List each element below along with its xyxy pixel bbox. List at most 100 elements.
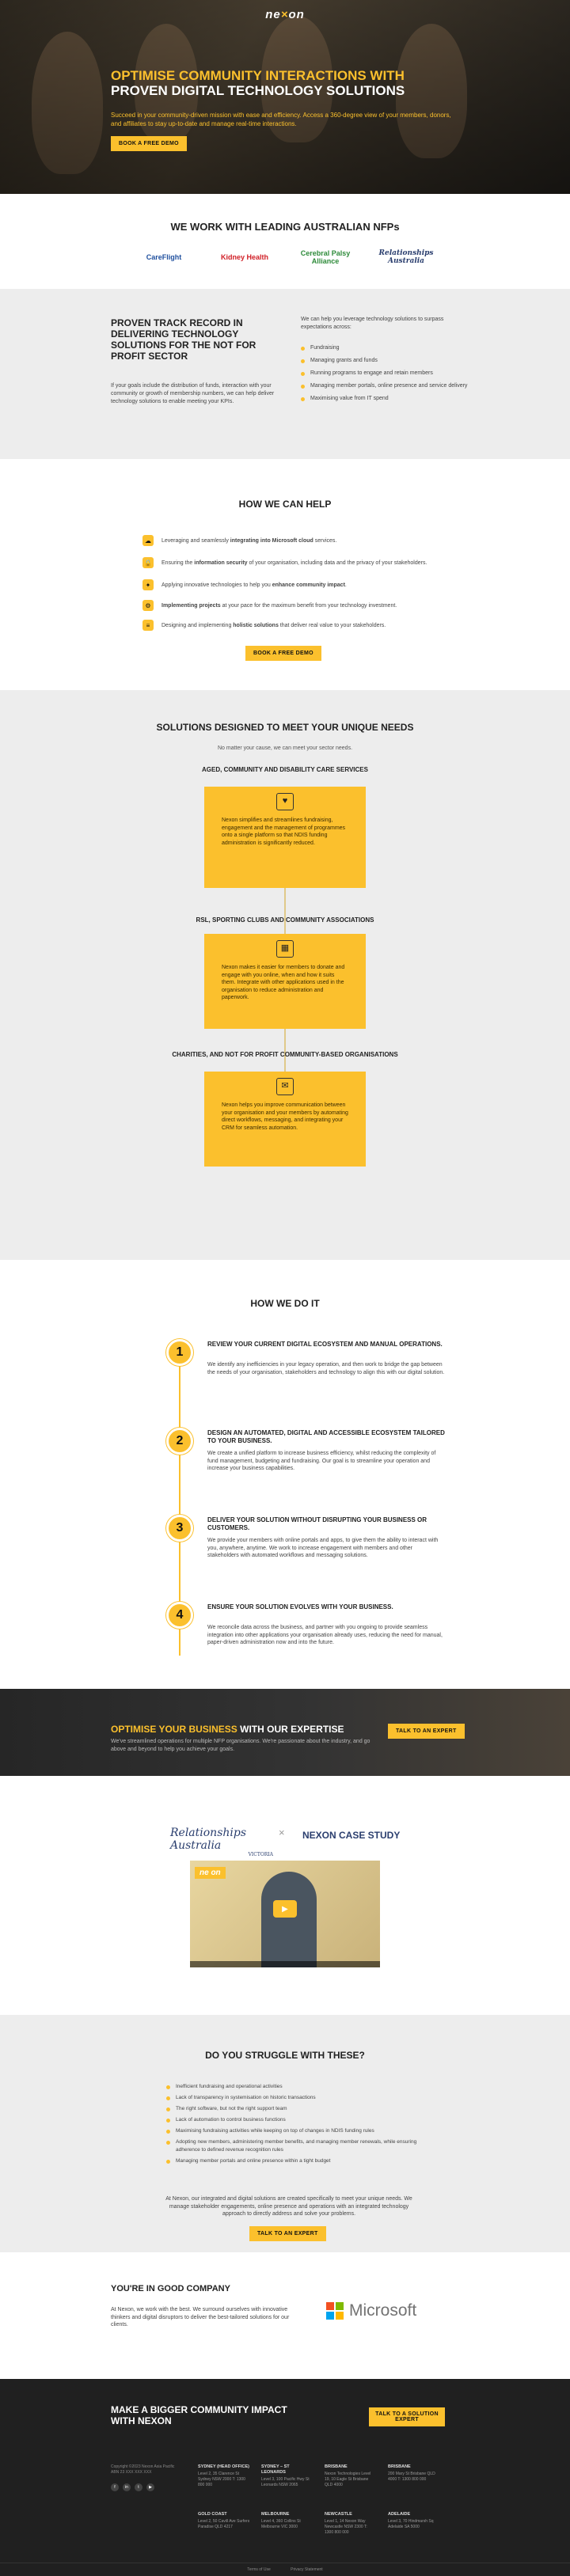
step-number: 3 <box>166 1515 193 1542</box>
office-address: SYDNEY (HEAD OFFICE) Level 2, 35 Clarence… <box>198 2464 249 2487</box>
list-item: Maximising value from IT spend <box>301 395 475 403</box>
microsoft-squares-icon <box>326 2302 344 2320</box>
privacy-link[interactable]: Privacy Statement <box>291 2567 323 2572</box>
solution-category-title: RSL, SPORTING CLUBS AND COMMUNITY ASSOCI… <box>196 916 374 924</box>
track-left-text: If your goals include the distribution o… <box>111 383 275 404</box>
track-record-section: PROVEN TRACK RECORD IN DELIVERING TECHNO… <box>0 289 570 459</box>
cross-divider: × <box>279 1827 285 1838</box>
cloud-icon: ☁ <box>142 535 154 546</box>
book-demo-button[interactable]: BOOK A FREE DEMO <box>245 646 321 661</box>
partner-logos: CareFlight Kidney Health Cerebral Palsy … <box>0 247 570 267</box>
solution-card: ♥ Nexon simplifies and streamlines fundra… <box>204 787 366 888</box>
relationships-australia-logo: Relationships Australia <box>378 249 434 265</box>
step-item: 2 DESIGN AN AUTOMATED, DIGITAL AND ACCESS… <box>166 1428 451 1499</box>
step-title: DELIVER YOUR SOLUTION WITHOUT DISRUPTING… <box>207 1516 428 1531</box>
step-title: ENSURE YOUR SOLUTION EVOLVES WITH YOUR B… <box>207 1603 393 1610</box>
office-address: BRISBANE 200 Mary St Brisbane QLD 4000 T:… <box>388 2464 435 2482</box>
case-study-title: NEXON CASE STUDY <box>302 1830 401 1841</box>
hero-title-highlight: OPTIMISE COMMUNITY INTERACTIONS WITH <box>111 68 405 83</box>
step-title: DESIGN AN AUTOMATED, DIGITAL AND ACCESSI… <box>207 1429 445 1444</box>
case-study-section: Relationships Australia VICTORIA × NEXON … <box>0 1776 570 2015</box>
video-presenter-image <box>261 1872 317 1967</box>
solutions-section: SOLUTIONS DESIGNED TO MEET YOUR UNIQUE N… <box>0 690 570 1260</box>
step-text: We create a unified platform to increase… <box>207 1451 436 1471</box>
help-row: ☁ Leveraging and seamlessly integrating i… <box>142 535 451 546</box>
case-study-video[interactable]: ne on ▶ <box>190 1861 380 1967</box>
how-we-do-it-section: HOW WE DO IT 1 REVIEW YOUR CURRENT DIGITA… <box>0 1260 570 1689</box>
twitter-icon[interactable]: t <box>135 2483 142 2491</box>
step-text: We reconcile data across the business, a… <box>207 1625 443 1645</box>
partners-title: WE WORK WITH LEADING AUSTRALIAN NFPs <box>170 221 400 233</box>
book-demo-button[interactable]: BOOK A FREE DEMO <box>111 136 187 151</box>
step-text: We identify any inefficiencies in your l… <box>207 1362 445 1375</box>
talk-to-expert-button[interactable]: TALK TO AN EXPERT <box>249 2226 326 2241</box>
list-item: Adopting new members, administering memb… <box>166 2138 435 2154</box>
logo-text: ne <box>265 8 281 21</box>
solution-card-text: Nexon helps you improve communication be… <box>222 1102 348 1131</box>
help-row-text: Designing and implementing holistic solu… <box>162 622 386 628</box>
struggle-section: DO YOU STRUGGLE WITH THESE? Inefficient … <box>0 2015 570 2252</box>
video-logo: ne on <box>195 1867 226 1879</box>
track-right-intro: We can help you leverage technology solu… <box>301 317 444 330</box>
layers-icon: ≡ <box>142 620 154 631</box>
kidney-health-logo: Kidney Health <box>220 253 268 261</box>
help-row-text: Implementing projects at your pace for t… <box>162 602 397 609</box>
calendar-icon: ▦ <box>276 940 294 958</box>
logo-x-mark: × <box>280 8 289 21</box>
lightbulb-icon: ✦ <box>142 579 154 590</box>
list-item: Lack of automation to control business f… <box>166 2116 435 2124</box>
help-row-text: Ensuring the information security of you… <box>162 560 428 566</box>
list-item: Maximising fundraising activities while … <box>166 2127 435 2135</box>
care-hands-icon: ♥ <box>276 793 294 810</box>
help-row: ≡ Designing and implementing holistic sol… <box>142 620 451 631</box>
solutions-subtitle: No matter your cause, we can meet your s… <box>217 745 353 751</box>
youtube-icon[interactable]: ▶ <box>146 2483 154 2491</box>
facebook-icon[interactable]: f <box>111 2483 119 2491</box>
talk-to-solution-expert-button[interactable]: TALK TO A SOLUTION EXPERT <box>369 2407 445 2426</box>
donation-box-icon: ✉ <box>276 1078 294 1095</box>
linkedin-icon[interactable]: in <box>123 2483 131 2491</box>
video-controls-bar[interactable] <box>190 1961 380 1967</box>
terms-link[interactable]: Terms of Use <box>247 2567 270 2572</box>
play-icon[interactable]: ▶ <box>273 1900 297 1918</box>
track-list: Fundraising Managing grants and funds Ru… <box>301 344 475 408</box>
step-number: 4 <box>166 1602 193 1629</box>
list-item: Inefficient fundraising and operational … <box>166 2083 435 2091</box>
company-text: At Nexon, we work with the best. We surr… <box>111 2307 290 2328</box>
office-address: SYDNEY – ST LEONARDS Level 3, 100 Pacific… <box>261 2464 310 2487</box>
optimise-banner: OPTIMISE YOUR BUSINESS WITH OUR EXPERTIS… <box>0 1689 570 1776</box>
microsoft-logo: Microsoft <box>326 2301 416 2320</box>
how-we-help-section: HOW WE CAN HELP ☁ Leveraging and seamless… <box>0 459 570 690</box>
step-title: REVIEW YOUR CURRENT DIGITAL ECOSYSTEM AN… <box>207 1341 443 1348</box>
careflight-logo: CareFlight <box>146 253 182 261</box>
list-item: Managing member portals, online presence… <box>301 382 475 390</box>
talk-to-expert-button[interactable]: TALK TO AN EXPERT <box>388 1724 465 1739</box>
solution-card-text: Nexon simplifies and streamlines fundrai… <box>222 818 346 846</box>
gear-icon: ⚙ <box>142 600 154 611</box>
lock-icon: 🔒 <box>142 557 154 568</box>
help-row-text: Leveraging and seamlessly integrating in… <box>162 537 337 544</box>
hero-title: OPTIMISE COMMUNITY INTERACTIONS WITH PROV… <box>111 68 475 98</box>
list-item: Fundraising <box>301 344 475 352</box>
social-links: f in t ▶ <box>111 2483 154 2491</box>
company-title: YOU'RE IN GOOD COMPANY <box>111 2284 230 2293</box>
nexon-logo[interactable]: ne×on <box>265 8 305 21</box>
step-item: 4 ENSURE YOUR SOLUTION EVOLVES WITH YOUR … <box>166 1602 451 1673</box>
solution-card-text: Nexon makes it easier for members to don… <box>222 965 345 1000</box>
solutions-title: SOLUTIONS DESIGNED TO MEET YOUR UNIQUE N… <box>156 722 414 733</box>
solution-category-title: AGED, COMMUNITY AND DISABILITY CARE SERV… <box>202 766 368 773</box>
hero-text: Succeed in your community-driven mission… <box>111 112 451 127</box>
list-item: Lack of transparency in systemisation on… <box>166 2094 435 2102</box>
footer-title: MAKE A BIGGER COMMUNITY IMPACT WITH NEXO… <box>111 2404 287 2426</box>
solution-card: ▦ Nexon makes it easier for members to do… <box>204 934 366 1029</box>
list-item: Running programs to engage and retain me… <box>301 370 475 377</box>
list-item: The right software, but not the right su… <box>166 2105 435 2113</box>
step-item: 1 REVIEW YOUR CURRENT DIGITAL ECOSYSTEM A… <box>166 1339 451 1410</box>
office-address: NEWCASTLE Level 1, 14 Nexon Way Newcastle… <box>325 2512 367 2535</box>
list-item: Managing member portals and online prese… <box>166 2157 435 2165</box>
optimise-title: OPTIMISE YOUR BUSINESS WITH OUR EXPERTIS… <box>111 1724 344 1735</box>
partners-section: WE WORK WITH LEADING AUSTRALIAN NFPs Car… <box>0 194 570 289</box>
step-number: 2 <box>166 1428 193 1455</box>
office-address: MELBOURNE Level 4, 360 Collins St Melbour… <box>261 2512 301 2529</box>
optimise-text: We've streamlined operations for multipl… <box>111 1739 370 1752</box>
